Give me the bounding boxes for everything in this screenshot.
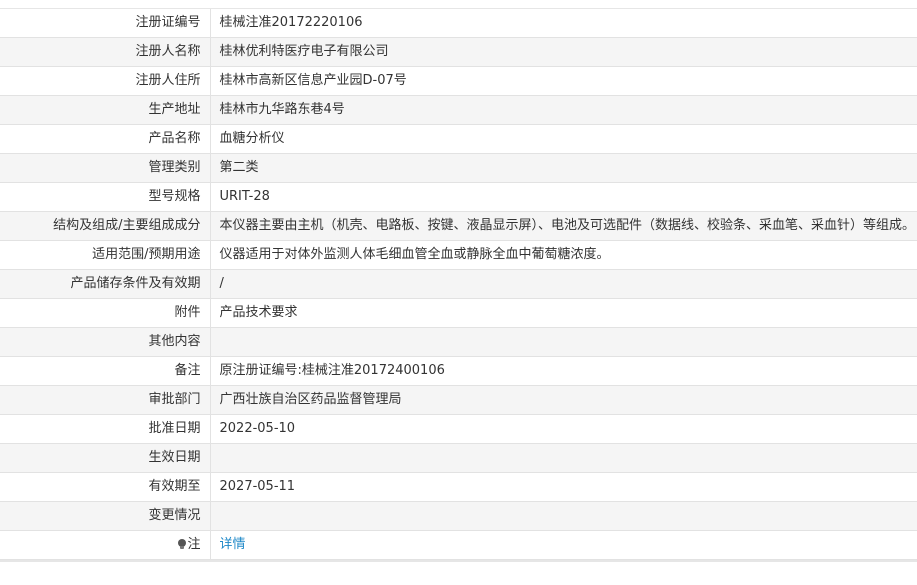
label-registrant-name: 注册人名称: [0, 37, 211, 67]
value-registration-number: 桂械注准20172220106: [210, 9, 917, 38]
value-management-category: 第二类: [210, 153, 917, 183]
value-attachment: 产品技术要求: [210, 298, 917, 328]
table-bottom-border: [0, 560, 917, 572]
value-intended-use: 仪器适用于对体外监测人体毛细血管全血或静脉全血中葡萄糖浓度。: [210, 240, 917, 270]
label-remarks: 备注: [0, 356, 211, 386]
label-registrant-address: 注册人住所: [0, 66, 211, 96]
row-change-history: 变更情况: [0, 501, 917, 531]
value-registrant-address: 桂林市高新区信息产业园D-07号: [210, 66, 917, 96]
row-approval-date: 批准日期 2022-05-10: [0, 414, 917, 444]
row-note: 注 详情: [0, 530, 917, 560]
value-production-address: 桂林市九华路东巷4号: [210, 95, 917, 125]
label-effective-date: 生效日期: [0, 443, 211, 473]
value-approval-date: 2022-05-10: [210, 414, 917, 444]
value-valid-until: 2027-05-11: [210, 472, 917, 502]
label-other-content: 其他内容: [0, 327, 211, 357]
row-effective-date: 生效日期: [0, 443, 917, 473]
value-model-spec: URIT-28: [210, 182, 917, 212]
value-storage-validity: /: [210, 269, 917, 299]
label-management-category: 管理类别: [0, 153, 211, 183]
label-structure-composition: 结构及组成/主要组成成分: [0, 211, 211, 241]
label-attachment: 附件: [0, 298, 211, 328]
label-intended-use: 适用范围/预期用途: [0, 240, 211, 270]
row-model-spec: 型号规格 URIT-28: [0, 182, 917, 212]
row-intended-use: 适用范围/预期用途 仪器适用于对体外监测人体毛细血管全血或静脉全血中葡萄糖浓度。: [0, 240, 917, 270]
row-approval-department: 审批部门 广西壮族自治区药品监督管理局: [0, 385, 917, 415]
value-effective-date: [210, 443, 917, 473]
value-change-history: [210, 501, 917, 531]
value-structure-composition: 本仪器主要由主机（机壳、电路板、按键、液晶显示屏）、电池及可选配件（数据线、校验…: [210, 211, 917, 241]
label-approval-department: 审批部门: [0, 385, 211, 415]
label-registration-number: 注册证编号: [0, 9, 211, 38]
row-remarks: 备注 原注册证编号:桂械注准20172400106: [0, 356, 917, 386]
note-label-text: 注: [187, 537, 201, 552]
value-registrant-name: 桂林优利特医疗电子有限公司: [210, 37, 917, 67]
row-attachment: 附件 产品技术要求: [0, 298, 917, 328]
row-production-address: 生产地址 桂林市九华路东巷4号: [0, 95, 917, 125]
label-approval-date: 批准日期: [0, 414, 211, 444]
row-valid-until: 有效期至 2027-05-11: [0, 472, 917, 502]
value-remarks: 原注册证编号:桂械注准20172400106: [210, 356, 917, 386]
value-other-content: [210, 327, 917, 357]
row-storage-validity: 产品储存条件及有效期 /: [0, 269, 917, 299]
row-structure-composition: 结构及组成/主要组成成分 本仪器主要由主机（机壳、电路板、按键、液晶显示屏）、电…: [0, 211, 917, 241]
label-storage-validity: 产品储存条件及有效期: [0, 269, 211, 299]
row-other-content: 其他内容: [0, 327, 917, 357]
label-change-history: 变更情况: [0, 501, 211, 531]
label-note: 注: [0, 530, 211, 560]
value-note: 详情: [210, 530, 917, 560]
row-registration-number: 注册证编号 桂械注准20172220106: [0, 9, 917, 38]
label-model-spec: 型号规格: [0, 182, 211, 212]
top-strip: [0, 0, 917, 9]
row-registrant-address: 注册人住所 桂林市高新区信息产业园D-07号: [0, 66, 917, 96]
registration-detail-table: 注册证编号 桂械注准20172220106 注册人名称 桂林优利特医疗电子有限公…: [0, 9, 917, 560]
detail-page: 注册证编号 桂械注准20172220106 注册人名称 桂林优利特医疗电子有限公…: [0, 0, 917, 585]
label-valid-until: 有效期至: [0, 472, 211, 502]
details-link[interactable]: 详情: [220, 537, 246, 552]
lightbulb-icon: [178, 539, 187, 549]
label-production-address: 生产地址: [0, 95, 211, 125]
row-management-category: 管理类别 第二类: [0, 153, 917, 183]
row-registrant-name: 注册人名称 桂林优利特医疗电子有限公司: [0, 37, 917, 67]
label-product-name: 产品名称: [0, 124, 211, 154]
row-product-name: 产品名称 血糖分析仪: [0, 124, 917, 154]
value-approval-department: 广西壮族自治区药品监督管理局: [210, 385, 917, 415]
value-product-name: 血糖分析仪: [210, 124, 917, 154]
